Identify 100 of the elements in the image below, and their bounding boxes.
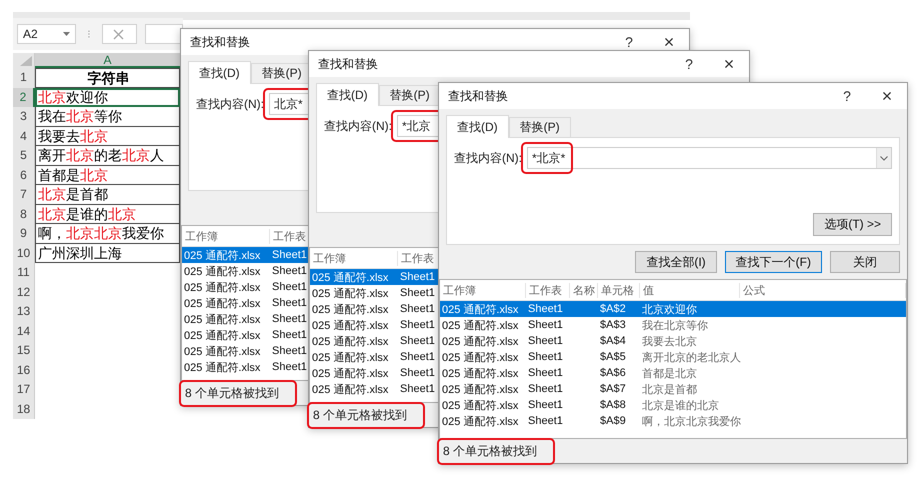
window-title: 查找和替换 [190, 34, 250, 50]
list-cell-text: Sheet1 [271, 361, 307, 373]
row-header[interactable]: 3 [13, 107, 35, 126]
list-cell-text: Sheet1 [271, 329, 307, 341]
column-header[interactable]: A [35, 53, 180, 68]
grip-icon [88, 28, 90, 40]
row-header[interactable]: 16 [13, 360, 35, 380]
list-cell-text: 025 通配符.xlsx [311, 302, 388, 316]
close-button[interactable]: × [867, 84, 907, 108]
row-header[interactable]: 4 [13, 126, 35, 146]
list-cell-text: Sheet1 [399, 383, 435, 395]
list-cell-text: $A$7 [599, 383, 626, 395]
row-header[interactable]: 14 [13, 322, 35, 341]
list-row[interactable]: 025 通配符.xlsx Sheet1 $A$6 首都是北京 [440, 365, 906, 381]
column-header[interactable]: 公式 [740, 282, 906, 298]
list-cell-text: 025 通配符.xlsx [441, 350, 518, 364]
list-cell-text: Sheet1 [399, 367, 435, 379]
search-field[interactable]: *北京* [527, 147, 892, 169]
list-cell-text: Sheet1 [399, 303, 435, 315]
list-cell-text: 025 通配符.xlsx [311, 366, 388, 380]
row-header[interactable]: 13 [13, 302, 35, 322]
tab[interactable]: 查找(D) [316, 83, 379, 106]
list-cell-text: 025 通配符.xlsx [183, 328, 260, 342]
row-header[interactable]: 9 [13, 224, 35, 244]
list-cell-text: 025 通配符.xlsx [441, 334, 518, 348]
formula-bar[interactable] [144, 24, 183, 44]
list-cell-text: 北京是首都 [641, 382, 697, 396]
list-row[interactable]: 025 通配符.xlsx Sheet1 $A$5 离开北京的老北京人 [440, 349, 906, 365]
list-cell-text: 025 通配符.xlsx [311, 318, 388, 332]
row-header[interactable]: 8 [13, 204, 35, 224]
cancel-icon[interactable] [113, 28, 124, 40]
row-header[interactable]: 10 [13, 244, 35, 263]
list-row[interactable]: 025 通配符.xlsx Sheet1 $A$3 我在北京等你 [440, 317, 906, 333]
column-header[interactable]: 工作簿 [310, 250, 398, 266]
row-header[interactable]: 6 [13, 166, 35, 185]
row-header[interactable]: 2 [13, 88, 35, 107]
list-cell-text: $A$4 [599, 335, 626, 347]
help-button[interactable]: ? [669, 52, 709, 76]
row-header[interactable]: 17 [13, 380, 35, 400]
field-label: 查找内容(N): [196, 96, 264, 112]
list-cell-text: Sheet1 [271, 345, 307, 357]
tab[interactable]: 查找(D) [446, 115, 509, 138]
dialog-button[interactable]: 关闭 [830, 251, 900, 273]
help-button[interactable]: ? [827, 84, 867, 108]
tab[interactable]: 查找(D) [188, 61, 251, 84]
list-cell-text: Sheet1 [527, 335, 563, 347]
list-cell-text: 025 通配符.xlsx [183, 312, 260, 326]
list-cell-text: 025 通配符.xlsx [311, 286, 388, 300]
row-header[interactable]: 5 [13, 146, 35, 166]
row-header[interactable]: 1 [13, 68, 35, 88]
column-header[interactable]: 值 [640, 282, 740, 298]
dialog-button[interactable]: 查找全部(I) [635, 251, 717, 273]
name-box[interactable]: A2 [17, 24, 76, 44]
list-cell-text: $A$8 [599, 399, 626, 411]
options-button[interactable]: 选项(T) >> [813, 213, 892, 236]
list-cell-text: Sheet1 [527, 319, 563, 331]
close-button[interactable]: × [709, 52, 749, 76]
table-cell: 北京欢迎你 [35, 88, 180, 107]
list-cell-text: 离开北京的老北京人 [641, 350, 741, 364]
tab[interactable]: 替换(P) [378, 85, 441, 105]
list-cell-text: 025 通配符.xlsx [183, 280, 260, 294]
list-cell-text: Sheet1 [271, 265, 307, 277]
column-header[interactable]: 工作簿 [440, 282, 526, 298]
row-header[interactable]: 7 [13, 185, 35, 204]
list-cell-text: Sheet1 [527, 351, 563, 363]
dialog-button[interactable]: 查找下一个(F) [724, 251, 822, 273]
list-cell-text: Sheet1 [399, 319, 435, 331]
list-cell-text: 我在北京等你 [641, 318, 708, 332]
row-header[interactable]: 12 [13, 282, 35, 302]
tab[interactable]: 替换(P) [508, 117, 571, 137]
list-row[interactable]: 025 通配符.xlsx Sheet1 $A$9 啊，北京北京我爱你 [440, 413, 906, 429]
close-button[interactable]: × [649, 30, 689, 54]
select-all-corner[interactable] [13, 53, 35, 68]
list-row[interactable]: 025 通配符.xlsx Sheet1 $A$8 北京是谁的北京 [440, 397, 906, 413]
row-header[interactable]: 18 [13, 400, 35, 419]
list-cell-text: 025 通配符.xlsx [183, 248, 260, 262]
column-header[interactable]: 单元格 [598, 282, 640, 298]
list-cell-text: Sheet1 [399, 271, 435, 283]
list-row[interactable]: 025 通配符.xlsx Sheet1 $A$7 北京是首都 [440, 381, 906, 397]
column-header[interactable]: 工作簿 [182, 228, 270, 244]
list-cell-text: $A$6 [599, 367, 626, 379]
row-header[interactable]: 15 [13, 341, 35, 360]
row-header[interactable]: 11 [13, 263, 35, 282]
list-cell-text: Sheet1 [527, 303, 563, 315]
list-cell-text: 025 通配符.xlsx [441, 382, 518, 396]
list-cell-text: $A$5 [599, 351, 626, 363]
list-cell-text: Sheet1 [527, 367, 563, 379]
list-row[interactable]: 025 通配符.xlsx Sheet1 $A$4 我要去北京 [440, 333, 906, 349]
list-cell-text: 025 通配符.xlsx [441, 302, 518, 316]
list-row[interactable]: 025 通配符.xlsx Sheet1 $A$2 北京欢迎你 [440, 301, 906, 317]
list-cell-text: 首都是北京 [641, 366, 697, 380]
column-header[interactable]: 工作表 [526, 282, 570, 298]
dropdown-button[interactable] [876, 148, 891, 168]
help-button[interactable]: ? [609, 30, 649, 54]
list-cell-text: Sheet1 [527, 383, 563, 395]
list-cell-text: 025 通配符.xlsx [311, 334, 388, 348]
list-cell-text: Sheet1 [271, 281, 307, 293]
list-cell-text: 025 通配符.xlsx [441, 366, 518, 380]
list-cell-text: 我要去北京 [641, 334, 697, 348]
column-header[interactable]: 名称 [570, 282, 598, 298]
